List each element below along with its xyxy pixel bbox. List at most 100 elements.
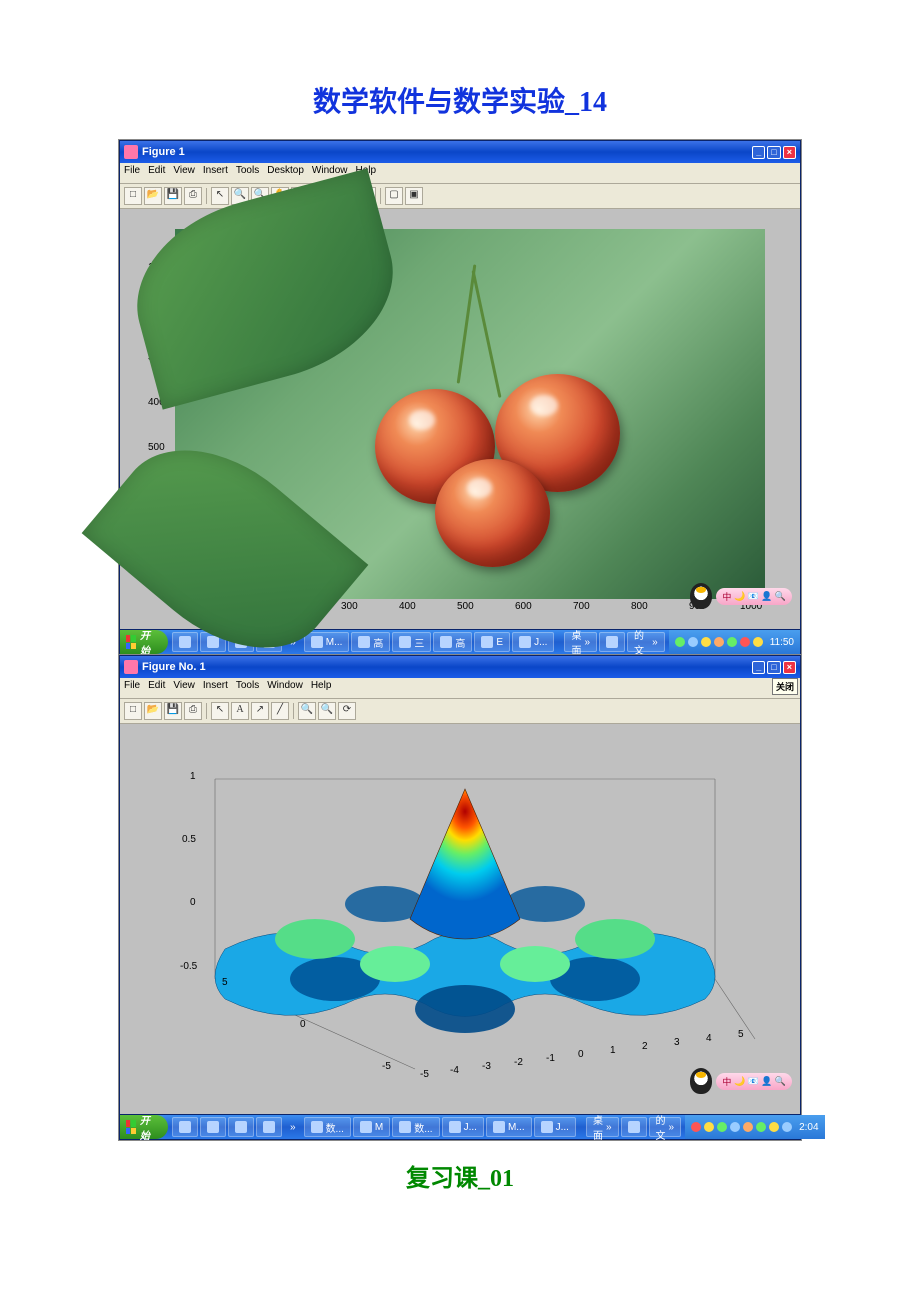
menu-insert[interactable]: Insert bbox=[203, 680, 228, 696]
menu-file[interactable]: File bbox=[124, 680, 140, 696]
xtick: 2 bbox=[642, 1041, 648, 1052]
xtick: 3 bbox=[674, 1037, 680, 1048]
taskbar-extra[interactable]: 桌面 » bbox=[564, 632, 597, 652]
maximize-button[interactable]: □ bbox=[767, 661, 780, 674]
taskbar-extra[interactable] bbox=[621, 1117, 647, 1137]
figure2-menubar[interactable]: File Edit View Insert Tools Window Help bbox=[120, 678, 800, 699]
menu-tools[interactable]: Tools bbox=[236, 680, 259, 696]
qq-penguin-icon bbox=[690, 1068, 712, 1094]
zoomin-icon[interactable]: 🔍 bbox=[298, 702, 316, 720]
new-icon[interactable]: □ bbox=[124, 187, 142, 205]
taskbar-item[interactable]: 数... bbox=[392, 1117, 439, 1137]
systray[interactable]: 2:04 bbox=[685, 1115, 824, 1139]
figure1-window: Figure 1 _ □ × File Edit View Insert Too… bbox=[119, 140, 801, 655]
taskbar-item[interactable]: J... bbox=[534, 1117, 576, 1137]
open-icon[interactable]: 📂 bbox=[144, 702, 162, 720]
taskbar-item[interactable]: M bbox=[353, 1117, 390, 1137]
close-button[interactable]: × bbox=[783, 146, 796, 159]
xtick: 1 bbox=[610, 1045, 616, 1056]
close-button[interactable]: × bbox=[783, 661, 796, 674]
figure2-canvas: 1 0.5 0 -0.5 5 0 -5 -5 -4 -3 -2 -1 0 1 2… bbox=[120, 724, 800, 1114]
hide-icon[interactable]: ▢ bbox=[385, 187, 403, 205]
arrow-icon[interactable]: ↗ bbox=[251, 702, 269, 720]
xtick: 5 bbox=[738, 1029, 744, 1040]
page-subtitle: 复习课_01 bbox=[60, 1158, 860, 1193]
taskbar-extra[interactable]: 我的文档 » bbox=[627, 632, 665, 652]
figure1-toolbar: □ 📂 💾 ⎙ ↖ 🔍 🔍 ✋ ⟳ ▣ ▯ ▤ ▢ ▣ bbox=[120, 184, 800, 209]
stem-shape bbox=[472, 270, 502, 398]
menu-insert[interactable]: Insert bbox=[203, 165, 228, 181]
pointer-icon[interactable]: ↖ bbox=[211, 187, 229, 205]
menu-help[interactable]: Help bbox=[311, 680, 332, 696]
systray[interactable]: 11:50 bbox=[669, 630, 800, 654]
menu-window[interactable]: Window bbox=[267, 680, 303, 696]
windows-logo-icon bbox=[126, 1120, 136, 1134]
taskbar-extra[interactable] bbox=[599, 632, 625, 652]
taskbar-extra[interactable]: 我的文档 » bbox=[649, 1117, 682, 1137]
ytick: 500 bbox=[148, 442, 165, 453]
taskbar-item[interactable]: M... bbox=[304, 632, 350, 652]
taskbar-extra[interactable]: 桌面 » bbox=[586, 1117, 619, 1137]
figure1-canvas: 100 200 300 400 500 600 700 800 100 200 … bbox=[120, 209, 800, 629]
quicklaunch-item[interactable] bbox=[172, 1117, 198, 1137]
cherry-image bbox=[175, 229, 765, 599]
ztick: -0.5 bbox=[180, 961, 197, 972]
menu-view[interactable]: View bbox=[173, 680, 195, 696]
minimize-button[interactable]: _ bbox=[752, 146, 765, 159]
xtick: -3 bbox=[482, 1061, 491, 1072]
start-button[interactable]: 开始 bbox=[120, 1115, 168, 1139]
menu-edit[interactable]: Edit bbox=[148, 680, 165, 696]
surf-axes: 1 0.5 0 -0.5 5 0 -5 -5 -4 -3 -2 -1 0 1 2… bbox=[150, 739, 780, 1099]
qq-widget[interactable]: 中 🌙 📧 👤 🔍 bbox=[690, 1068, 792, 1094]
taskbar2[interactable]: 开始 » 数... M 数... J... M... J... 桌面 » 我的文… bbox=[120, 1114, 800, 1139]
start-button[interactable]: 开始 bbox=[120, 630, 168, 654]
maximize-button[interactable]: □ bbox=[767, 146, 780, 159]
open-icon[interactable]: 📂 bbox=[144, 187, 162, 205]
quicklaunch-item[interactable] bbox=[172, 632, 198, 652]
taskbar-item[interactable]: 数... bbox=[304, 1117, 351, 1137]
minimize-button[interactable]: _ bbox=[752, 661, 765, 674]
taskbar-item[interactable]: 高 bbox=[433, 632, 472, 652]
print-icon[interactable]: ⎙ bbox=[184, 702, 202, 720]
figure2-titlebar[interactable]: Figure No. 1 _ □ × 关闭 bbox=[120, 656, 800, 678]
xtick: -5 bbox=[382, 1061, 391, 1072]
xtick: 4 bbox=[706, 1033, 712, 1044]
menu-tools[interactable]: Tools bbox=[236, 165, 259, 181]
save-icon[interactable]: 💾 bbox=[164, 187, 182, 205]
text-icon[interactable]: A bbox=[231, 702, 249, 720]
qq-pill: 中 🌙 📧 👤 🔍 bbox=[716, 588, 792, 605]
new-icon[interactable]: □ bbox=[124, 702, 142, 720]
menu-desktop[interactable]: Desktop bbox=[267, 165, 304, 181]
quicklaunch-item[interactable] bbox=[200, 1117, 226, 1137]
figure2-title: Figure No. 1 bbox=[142, 661, 206, 673]
quicklaunch-item[interactable] bbox=[256, 1117, 282, 1137]
zoomout-icon[interactable]: 🔍 bbox=[318, 702, 336, 720]
taskbar-item[interactable]: J... bbox=[512, 632, 554, 652]
figure1-title: Figure 1 bbox=[142, 146, 185, 158]
taskbar-item[interactable]: M... bbox=[486, 1117, 532, 1137]
taskbar-item[interactable]: 高 bbox=[351, 632, 390, 652]
rotate3d-icon[interactable]: ⟳ bbox=[338, 702, 356, 720]
clock: 11:50 bbox=[770, 637, 794, 648]
show-icon[interactable]: ▣ bbox=[405, 187, 423, 205]
start-label: 开始 bbox=[140, 627, 154, 657]
pointer-icon[interactable]: ↖ bbox=[211, 702, 229, 720]
menu-edit[interactable]: Edit bbox=[148, 165, 165, 181]
qq-text: 中 bbox=[722, 1075, 731, 1088]
menu-view[interactable]: View bbox=[173, 165, 195, 181]
figure1-titlebar[interactable]: Figure 1 _ □ × bbox=[120, 141, 800, 163]
figure1-menubar[interactable]: File Edit View Insert Tools Desktop Wind… bbox=[120, 163, 800, 184]
line-icon[interactable]: ╱ bbox=[271, 702, 289, 720]
save-icon[interactable]: 💾 bbox=[164, 702, 182, 720]
qq-widget[interactable]: 中 🌙 📧 👤 🔍 bbox=[690, 583, 792, 609]
print-icon[interactable]: ⎙ bbox=[184, 187, 202, 205]
taskbar-item[interactable]: J... bbox=[442, 1117, 484, 1137]
quicklaunch-item[interactable] bbox=[228, 1117, 254, 1137]
qq-text: 中 bbox=[722, 590, 731, 603]
taskbar-item[interactable]: 三 bbox=[392, 632, 431, 652]
menu-file[interactable]: File bbox=[124, 165, 140, 181]
xtick: -5 bbox=[420, 1069, 429, 1080]
image-axes bbox=[175, 229, 765, 599]
taskbar-item[interactable]: E bbox=[474, 632, 510, 652]
surf-plot bbox=[150, 739, 780, 1099]
